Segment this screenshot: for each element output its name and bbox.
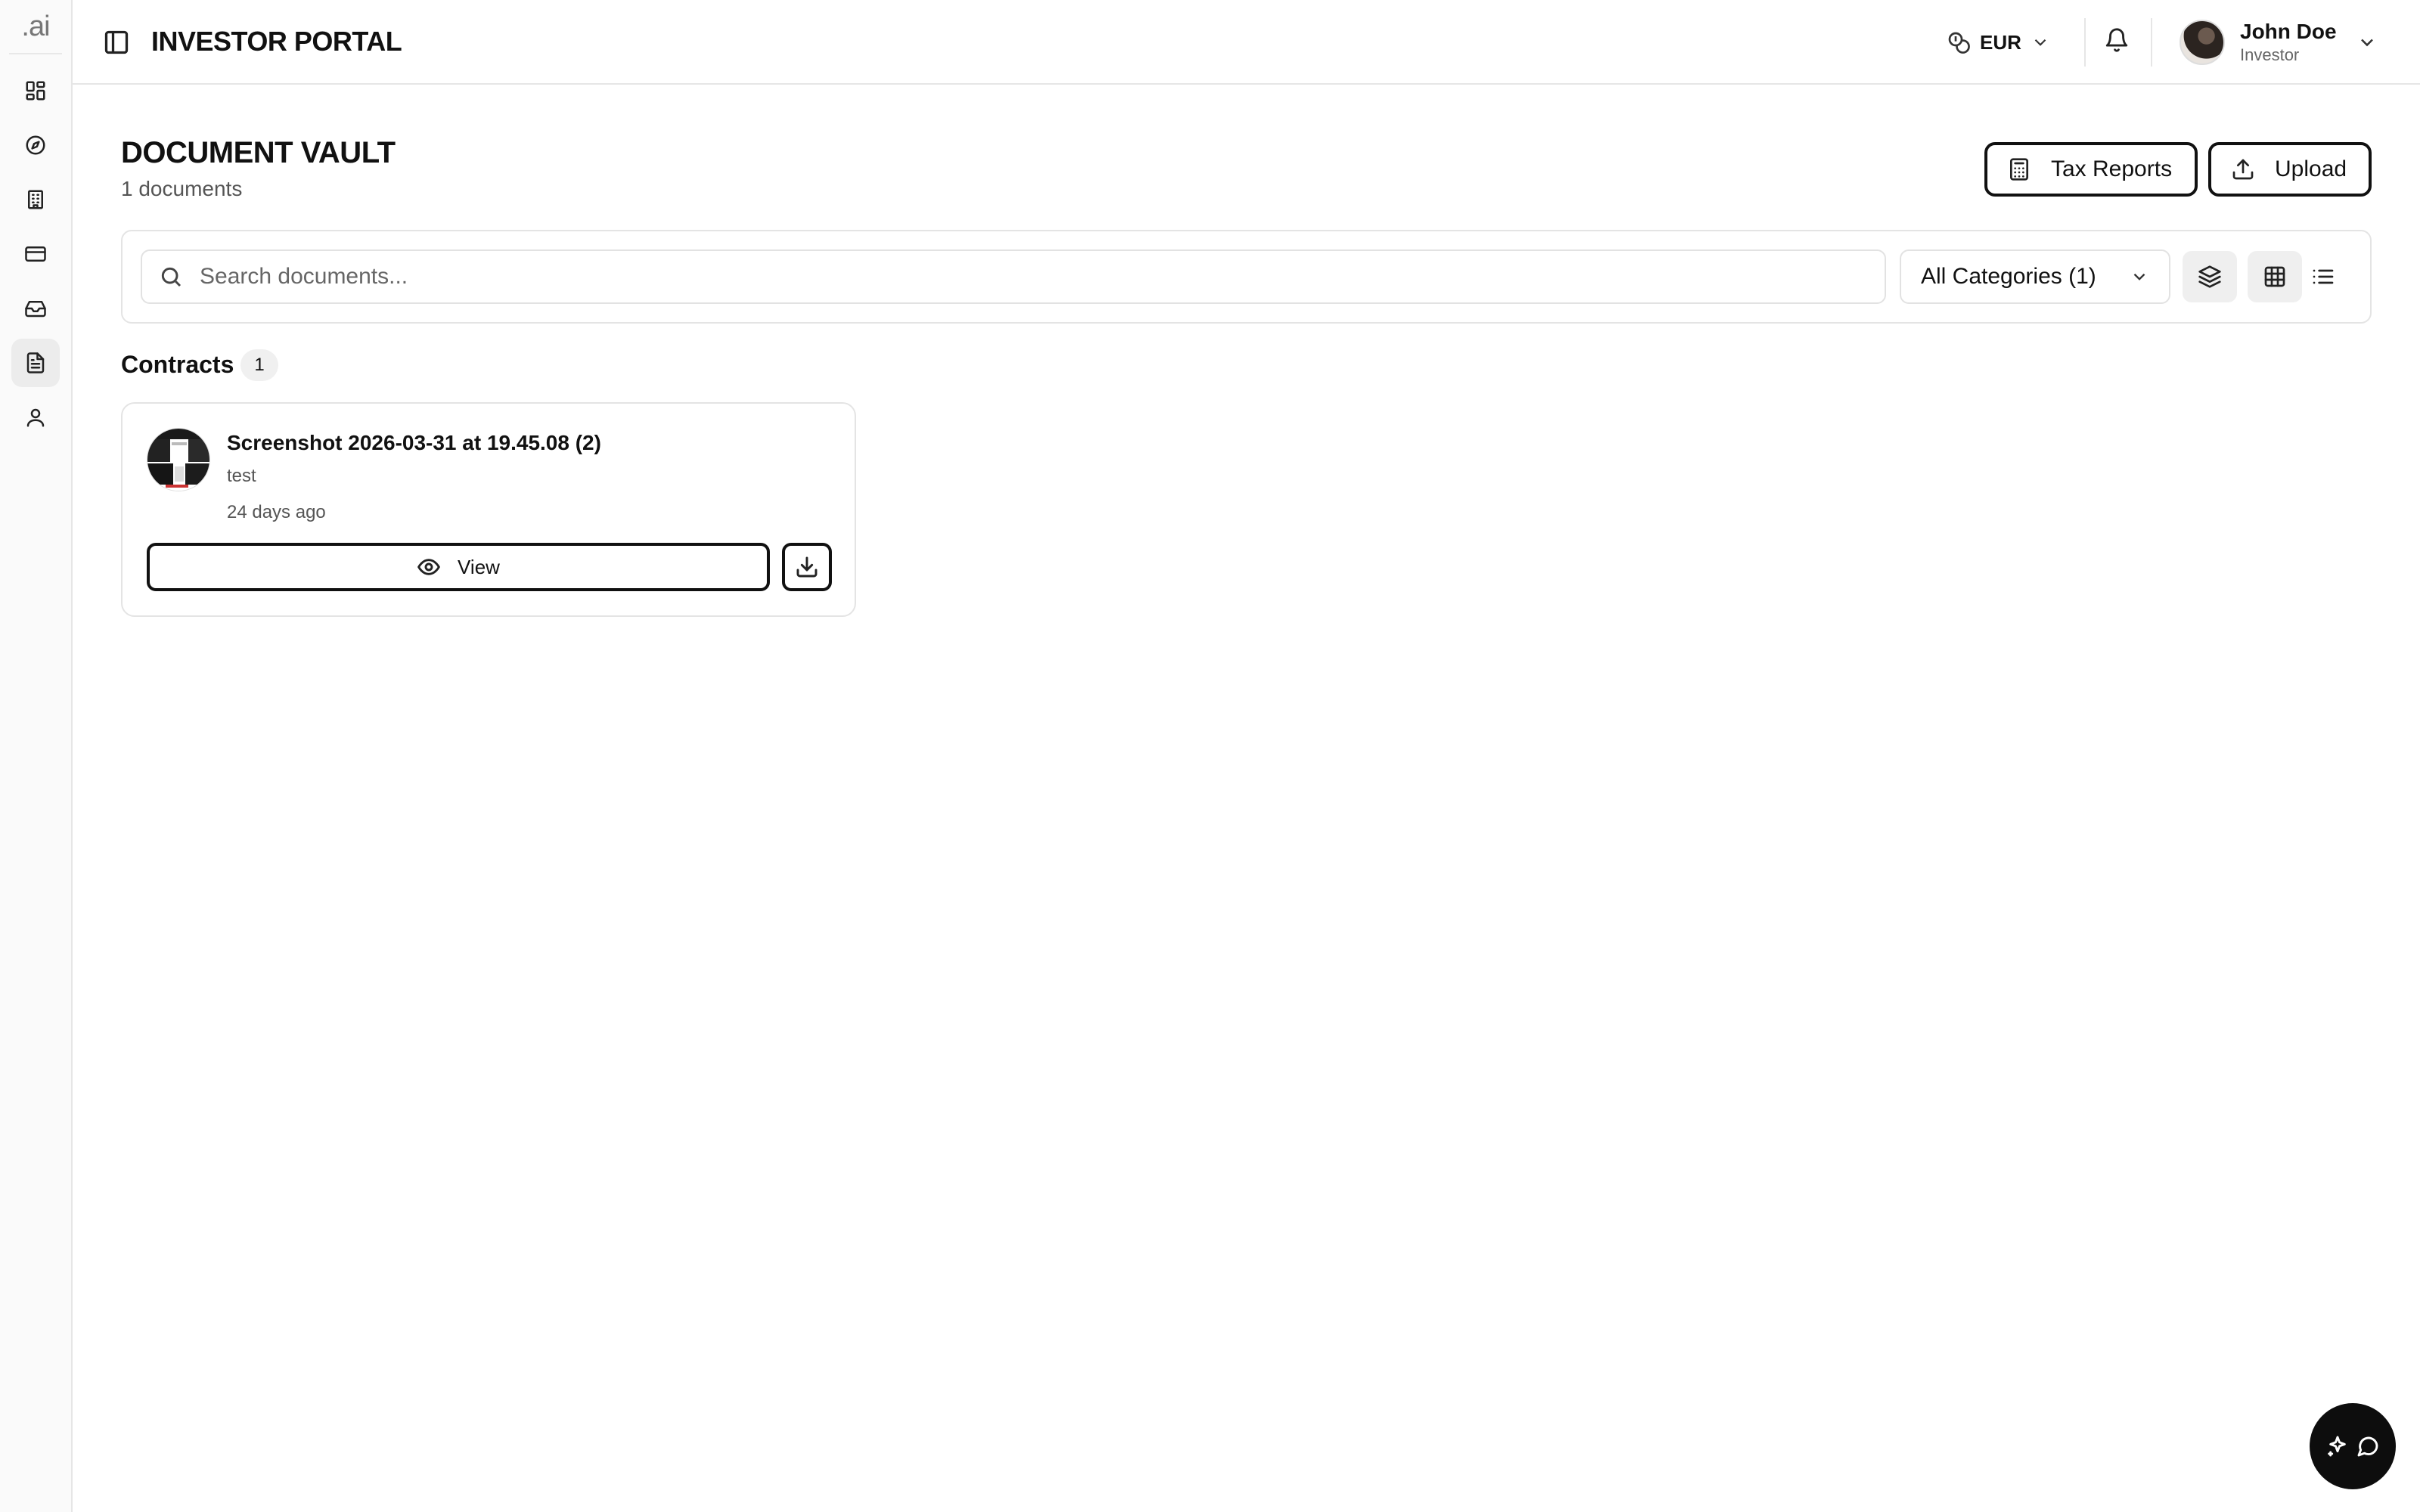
brand-logo[interactable]: .ai (9, 0, 62, 54)
sidebar-item-explore[interactable] (11, 121, 60, 169)
currency-selector[interactable]: EUR (1947, 23, 2050, 62)
search-icon (161, 267, 182, 287)
message-circle-icon (2357, 1436, 2378, 1457)
notifications-button[interactable] (2104, 27, 2131, 54)
sidebar-item-documents[interactable] (11, 339, 60, 387)
ai-chat-button[interactable] (2310, 1403, 2396, 1489)
file-text-icon (26, 352, 45, 373)
chevron-down-icon (2034, 39, 2046, 46)
sidebar-toggle-button[interactable] (103, 29, 130, 56)
tax-reports-label: Tax Reports (2051, 156, 2173, 181)
document-description: test (227, 466, 256, 486)
header-divider (2084, 18, 2086, 67)
view-document-button[interactable]: View (147, 543, 770, 591)
grid-view-button[interactable] (2248, 251, 2302, 302)
sidebar: .ai (0, 0, 73, 1512)
sidebar-item-inbox[interactable] (11, 284, 60, 333)
document-count: 1 documents (121, 177, 243, 200)
credit-card-icon (25, 246, 46, 262)
sparkles-icon (2328, 1436, 2346, 1457)
user-icon (26, 408, 45, 427)
user-menu[interactable]: John Doe Investor (2180, 17, 2378, 68)
grid-icon (2264, 266, 2285, 287)
upload-icon (2232, 159, 2254, 180)
section-title: Contracts (121, 351, 234, 378)
group-by-category-button[interactable] (2183, 251, 2237, 302)
sidebar-item-payments[interactable] (11, 230, 60, 278)
building-icon (28, 190, 43, 209)
eye-icon (417, 559, 441, 575)
section-count-badge: 1 (240, 349, 278, 381)
page-title: DOCUMENT VAULT (121, 136, 396, 169)
avatar (2180, 20, 2225, 65)
layers-icon (2198, 265, 2221, 288)
view-button-label: View (458, 555, 500, 578)
download-document-button[interactable] (782, 543, 832, 591)
document-name[interactable]: Screenshot 2026-03-31 at 19.45.08 (2) (227, 431, 601, 455)
top-header: INVESTOR PORTAL EUR John Doe Investor (73, 0, 2420, 85)
user-role: Investor (2240, 45, 2300, 64)
sidebar-nav (0, 54, 71, 442)
sidebar-item-profile[interactable] (11, 393, 60, 442)
document-thumbnail[interactable] (147, 428, 210, 491)
search-box[interactable] (141, 249, 1886, 304)
sidebar-item-dashboard[interactable] (11, 67, 60, 115)
compass-icon (26, 135, 45, 155)
tax-reports-button[interactable]: Tax Reports (1984, 142, 2198, 197)
bell-icon (2105, 28, 2128, 52)
filter-toolbar: All Categories (1) (121, 230, 2372, 324)
layout-dashboard-icon (26, 81, 45, 101)
document-timestamp: 24 days ago (227, 502, 326, 522)
panel-left-icon (104, 30, 129, 54)
download-icon (796, 556, 818, 578)
header-divider (2151, 18, 2152, 67)
category-select-value: All Categories (1) (1921, 264, 2096, 289)
portal-title: INVESTOR PORTAL (151, 26, 402, 57)
currency-label: EUR (1980, 30, 2021, 54)
search-input[interactable] (200, 264, 1863, 290)
calculator-icon (2010, 158, 2028, 181)
user-name: John Doe (2240, 20, 2337, 43)
document-preview-image (147, 429, 209, 491)
category-select[interactable]: All Categories (1) (1900, 249, 2170, 304)
list-view-button[interactable] (2296, 251, 2350, 302)
document-card: Screenshot 2026-03-31 at 19.45.08 (2) te… (121, 402, 856, 617)
coins-icon (1948, 32, 1970, 54)
chevron-down-icon (2133, 273, 2145, 280)
chevron-down-icon (2360, 39, 2373, 47)
list-icon (2313, 269, 2334, 284)
sidebar-item-properties[interactable] (11, 175, 60, 224)
upload-label: Upload (2275, 156, 2347, 181)
upload-button[interactable]: Upload (2208, 142, 2372, 197)
inbox-icon (25, 301, 46, 318)
